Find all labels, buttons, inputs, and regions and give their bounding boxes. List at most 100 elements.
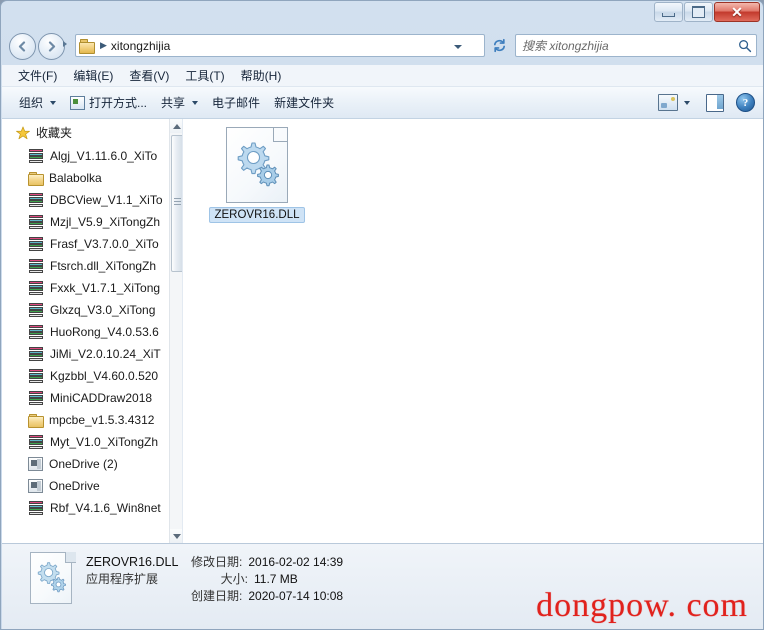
dll-file-icon [30,552,76,606]
sidebar-item[interactable]: Frasf_V3.7.0.0_XiTo [2,233,170,255]
onedrive-icon [28,479,43,493]
sidebar-item[interactable]: Algj_V1.11.6.0_XiTo [2,145,170,167]
sidebar-item[interactable]: HuoRong_V4.0.53.6 [2,321,170,343]
folder-icon [79,38,95,54]
sidebar-item-label: OneDrive [49,479,100,493]
sidebar-item[interactable]: Fxxk_V1.7.1_XiTong [2,277,170,299]
folder-icon [28,413,44,428]
new-folder-button[interactable]: 新建文件夹 [267,90,341,115]
sidebar-item-label: Mzjl_V5.9_XiTongZh [50,215,161,229]
details-row-size: 应用程序扩展 大小: 11.7 MB [86,571,343,588]
back-arrow-icon [18,41,26,52]
details-pane: ZEROVR16.DLL 修改日期: 2016-02-02 14:39 应用程序… [2,543,763,629]
sidebar-item[interactable]: OneDrive [2,475,170,497]
sidebar-item[interactable]: JiMi_V2.0.10.24_XiT [2,343,170,365]
close-button[interactable]: ✕ [714,2,760,22]
open-with-button[interactable]: 打开方式... [63,90,154,115]
file-list-pane[interactable]: ZEROVR16.DLL [183,119,763,543]
menu-help[interactable]: 帮助(H) [233,65,290,86]
sidebar-item[interactable]: OneDrive (2) [2,453,170,475]
menu-file[interactable]: 文件(F) [10,65,65,86]
archive-icon [28,435,44,449]
details-created-label: 创建日期: [191,589,243,603]
archive-icon [28,369,44,383]
sidebar-item[interactable]: Myt_V1.0_XiTongZh [2,431,170,453]
sidebar-item[interactable]: DBCView_V1.1_XiTo [2,189,170,211]
details-created-value: 2020-07-14 10:08 [248,589,344,603]
scrollbar-thumb[interactable] [171,135,182,272]
forward-button[interactable] [38,33,65,60]
details-modified-value: 2016-02-02 14:39 [248,555,344,569]
favorites-header[interactable]: 收藏夹 [2,119,170,145]
help-icon[interactable]: ? [736,93,755,112]
search-box[interactable] [515,34,757,57]
star-icon [16,126,30,140]
details-size-label: 大小: [220,572,248,586]
file-item[interactable]: ZEROVR16.DLL [205,127,309,223]
email-button[interactable]: 电子邮件 [205,90,267,115]
title-bar: ✕ [1,1,763,27]
archive-icon [28,347,44,361]
minimize-icon [662,12,675,17]
onedrive-icon [28,457,43,471]
details-text: ZEROVR16.DLL 修改日期: 2016-02-02 14:39 应用程序… [86,552,343,605]
menu-tools[interactable]: 工具(T) [177,65,232,86]
sidebar-scrollbar[interactable] [169,119,182,543]
recent-pages-dropdown[interactable] [63,41,67,47]
navigation-pane: 收藏夹 Algj_V1.11.6.0_XiTo Balabolka DBCVie… [2,119,183,543]
sidebar-item-label: MiniCADDraw2018 [50,391,153,405]
sidebar-item-label: Ftsrch.dll_XiTongZh [50,259,157,273]
scrollbar-grip [174,198,181,207]
sidebar-item-label: mpcbe_v1.5.3.4312 [49,413,155,427]
toolbar-right-group: ? [658,93,763,112]
archive-icon [28,325,44,339]
sidebar-item[interactable]: Glxzq_V3.0_XiTong [2,299,170,321]
menu-edit[interactable]: 编辑(E) [65,65,121,86]
archive-icon [28,281,44,295]
archive-icon [28,237,44,251]
sidebar-item-label: Algj_V1.11.6.0_XiTo [50,149,158,163]
sidebar-item-label: Myt_V1.0_XiTongZh [50,435,159,449]
favorites-label: 收藏夹 [36,126,73,140]
archive-icon [28,501,44,515]
address-bar[interactable]: ▶ xitongzhijia [75,34,485,57]
breadcrumb-separator: ▶ [100,40,107,50]
close-icon: ✕ [731,4,743,20]
chevron-down-icon [192,100,199,105]
address-bar-row: ▶ xitongzhijia [1,29,763,63]
archive-icon [28,215,44,229]
scroll-down-button[interactable] [170,529,182,543]
maximize-button[interactable] [684,2,713,22]
change-view-icon[interactable] [658,94,678,111]
scroll-up-button[interactable] [170,119,182,133]
sidebar-item-label: Fxxk_V1.7.1_XiTong [50,281,161,295]
minimize-button[interactable] [654,2,683,22]
folder-icon [28,171,44,186]
archive-icon [28,193,44,207]
organize-button[interactable]: 组织 [12,90,63,115]
sidebar-item[interactable]: mpcbe_v1.5.3.4312 [2,409,170,431]
archive-icon [28,391,44,405]
preview-pane-icon[interactable] [706,93,724,112]
details-modified-label: 修改日期: [191,555,243,569]
sidebar-item[interactable]: Ftsrch.dll_XiTongZh [2,255,170,277]
sidebar-item[interactable]: Kgzbbl_V4.60.0.520 [2,365,170,387]
chevron-down-icon[interactable] [454,45,462,49]
file-name-label: ZEROVR16.DLL [209,207,305,223]
sidebar-item[interactable]: MiniCADDraw2018 [2,387,170,409]
refresh-button[interactable] [487,34,511,57]
sidebar-item[interactable]: Rbf_V4.1.6_Win8net [2,497,170,519]
navigation-buttons [9,33,67,60]
sidebar-item[interactable]: Mzjl_V5.9_XiTongZh [2,211,170,233]
sidebar-item[interactable]: Balabolka [2,167,170,189]
chevron-down-icon[interactable] [684,100,690,105]
search-input[interactable] [520,37,738,54]
refresh-icon [493,38,505,53]
chevron-down-icon [50,100,57,105]
menu-view[interactable]: 查看(V) [121,65,177,86]
share-label: 共享 [161,96,186,110]
breadcrumb-path: xitongzhijia [110,38,171,53]
back-button[interactable] [9,33,36,60]
dll-file-icon [226,127,288,203]
share-button[interactable]: 共享 [154,90,205,115]
